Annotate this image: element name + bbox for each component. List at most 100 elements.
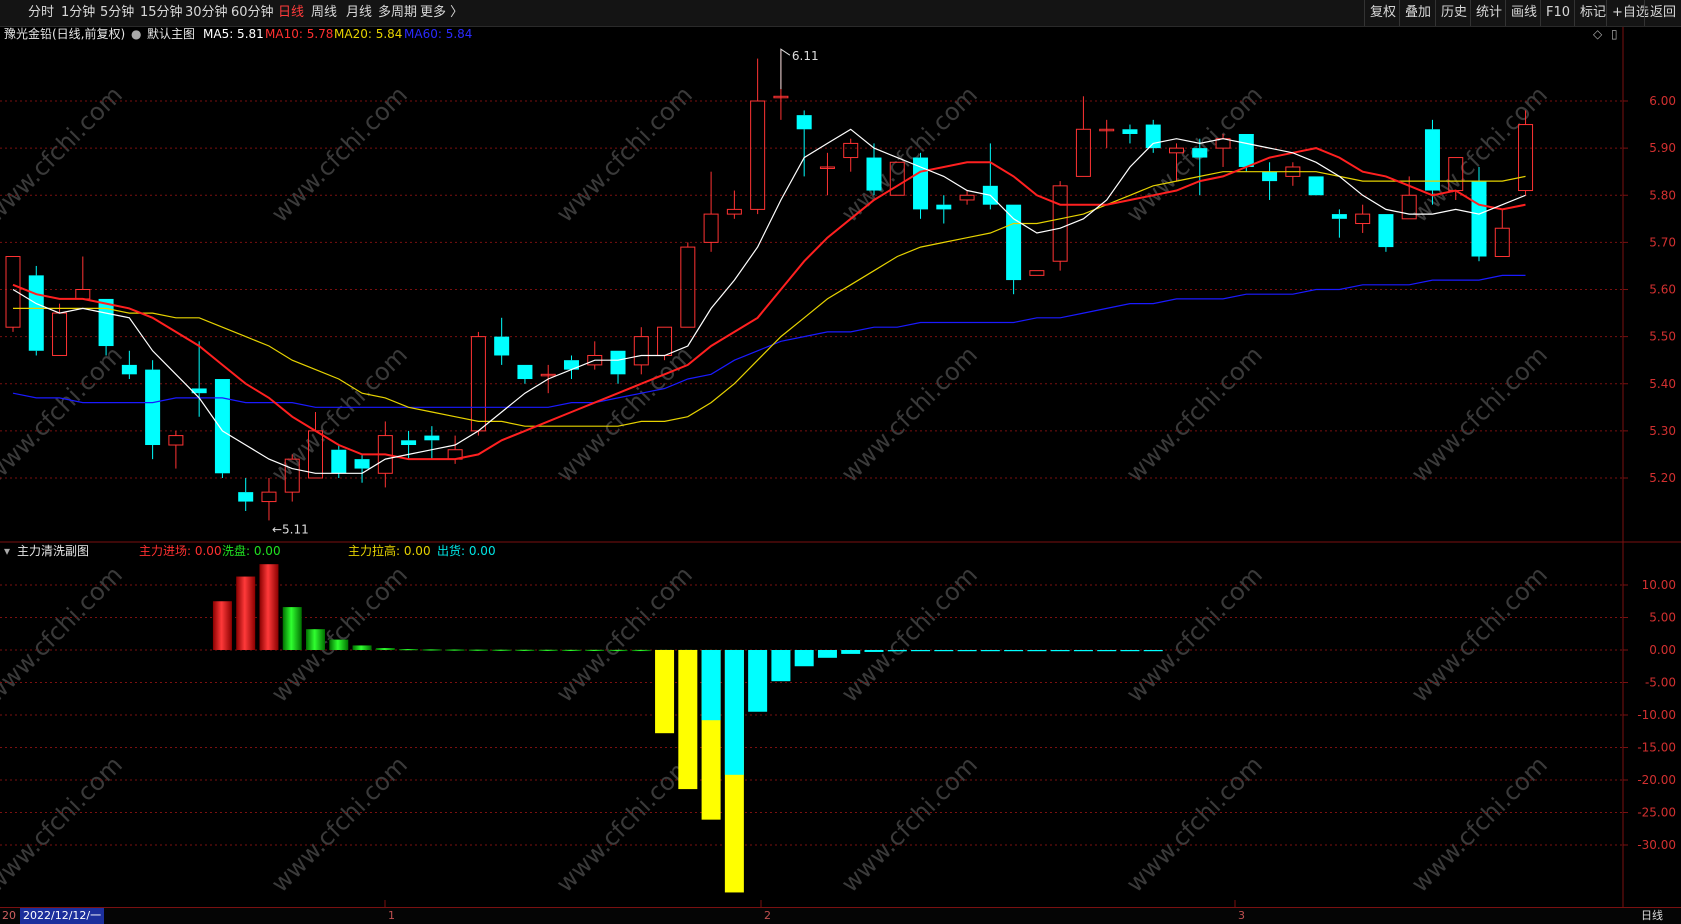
sub-green-bar-13 [585,649,605,652]
candle-body [563,360,579,370]
candle-39 [913,152,929,219]
sub-tick-label-0: 10.00 [1642,578,1676,592]
price-tick-label-8: 5.20 [1649,471,1676,485]
candle-body [680,246,696,328]
candle-55 [1285,162,1301,186]
sub-series3-label: 主力拉高: 0.00 [348,544,431,558]
candle-body [424,435,440,441]
candle-32 [750,58,766,215]
candle-body [1075,128,1091,177]
candle-body [1006,204,1022,281]
candle-35 [819,152,835,196]
price-tick-label-4: 5.60 [1649,283,1676,297]
price-tick-label-6: 5.40 [1649,377,1676,391]
price-tick-label-3: 5.70 [1649,235,1676,249]
candle-body [1308,176,1324,196]
candle-body [261,491,277,503]
sub-cyan-bar-18 [1120,650,1140,652]
candle-body [470,336,486,432]
sub-cyan-bar-6 [841,650,861,654]
month-mark-3: 3 [1238,909,1245,922]
candle-11 [261,478,277,521]
candle-body [633,336,649,366]
watermark-9: www.cfchi.com [836,341,983,488]
candle-body [517,364,533,380]
candle-body [796,115,812,130]
mainchart-label[interactable]: 默认主图 [147,26,195,42]
subchart-title[interactable]: 主力清洗副图 [17,543,89,559]
period-label[interactable]: 日线 [1641,908,1663,924]
candle-54 [1262,162,1278,200]
sub-tick-label-3: -5.00 [1645,676,1676,690]
subchart-dropdown-icon[interactable]: ▾ [4,543,10,559]
candle-31 [726,190,742,219]
watermark-21: www.cfchi.com [836,751,983,898]
candle-7 [168,430,184,469]
candle-body [610,350,626,375]
sub-green-bar-15 [631,649,651,652]
candle-58 [1355,204,1371,233]
high-marker [780,48,791,90]
sub-tick-label-8: -30.00 [1637,838,1676,852]
candle-9 [214,379,230,478]
expand-icon[interactable]: ◇ [1593,27,1602,41]
candle-body [1355,213,1371,225]
mainchart-dropdown-icon[interactable]: ● [131,26,141,42]
candle-body [331,449,347,474]
price-tick-label-2: 5.80 [1649,188,1676,202]
candle-body [214,379,230,474]
candle-46 [1075,96,1091,177]
sub-green-bar-4 [375,648,395,650]
sub-red-bar-1 [236,576,256,650]
sub-red-bar-2 [259,564,279,650]
sub-tick-label-6: -20.00 [1637,773,1676,787]
high-price-label: 6.11 [792,49,819,63]
cursor-date-label: 2022/12/12/一 [20,908,105,924]
ma10-line [12,147,1526,461]
candle-body [959,194,975,201]
sub-cyan-bar-14 [1027,650,1047,652]
candle-body [1518,124,1534,192]
candle-body [52,312,68,356]
sub-series4-label: 出货: 0.00 [437,544,496,558]
restore-window-icon[interactable]: ▯ [1611,27,1618,41]
candle-1 [28,265,44,356]
sub-green-bar-11 [538,649,558,651]
stock-title[interactable]: 豫光金铅(日线,前复权) [4,26,125,42]
candle-body [1122,129,1138,134]
candle-0 [5,256,21,332]
sub-green-bar-10 [515,649,535,651]
candle-body [354,459,370,469]
sub-yellow-bar-1 [678,650,698,790]
candle-64 [1494,209,1510,258]
sub-cyan-bar-16 [1073,650,1093,652]
candle-22 [517,364,533,384]
candle-27 [633,327,649,375]
watermark-11: www.cfchi.com [1406,341,1553,488]
ma60-line [12,274,1526,408]
sub-green-bar-5 [399,649,419,651]
sub-cyan-bar-8 [887,650,907,652]
sub-green-bar-2 [329,639,349,650]
sub-green-bar-3 [352,645,372,650]
candle-body [494,336,510,356]
watermark-12: www.cfchi.com [0,561,128,708]
sub-tick-label-5: -15.00 [1637,741,1676,755]
candle-body [168,435,184,446]
candle-body [1238,133,1254,167]
candle-47 [1099,119,1115,149]
chart-canvas[interactable]: www.cfchi.com www.cfchi.com www.cfchi.com w… [0,0,1681,907]
candle-body [1192,148,1208,158]
candle-25 [587,341,603,370]
watermark-18: www.cfchi.com [0,751,128,898]
sub-cyan-bar-10 [934,650,954,652]
watermark-1: www.cfchi.com [266,81,413,228]
candle-57 [1331,209,1347,238]
sub-green-bar-1 [306,629,326,650]
candle-3 [75,256,91,300]
candle-26 [610,350,626,384]
watermark-23: www.cfchi.com [1406,751,1553,898]
candle-29 [680,242,696,328]
candle-body [843,142,859,159]
price-tick-label-7: 5.30 [1649,424,1676,438]
